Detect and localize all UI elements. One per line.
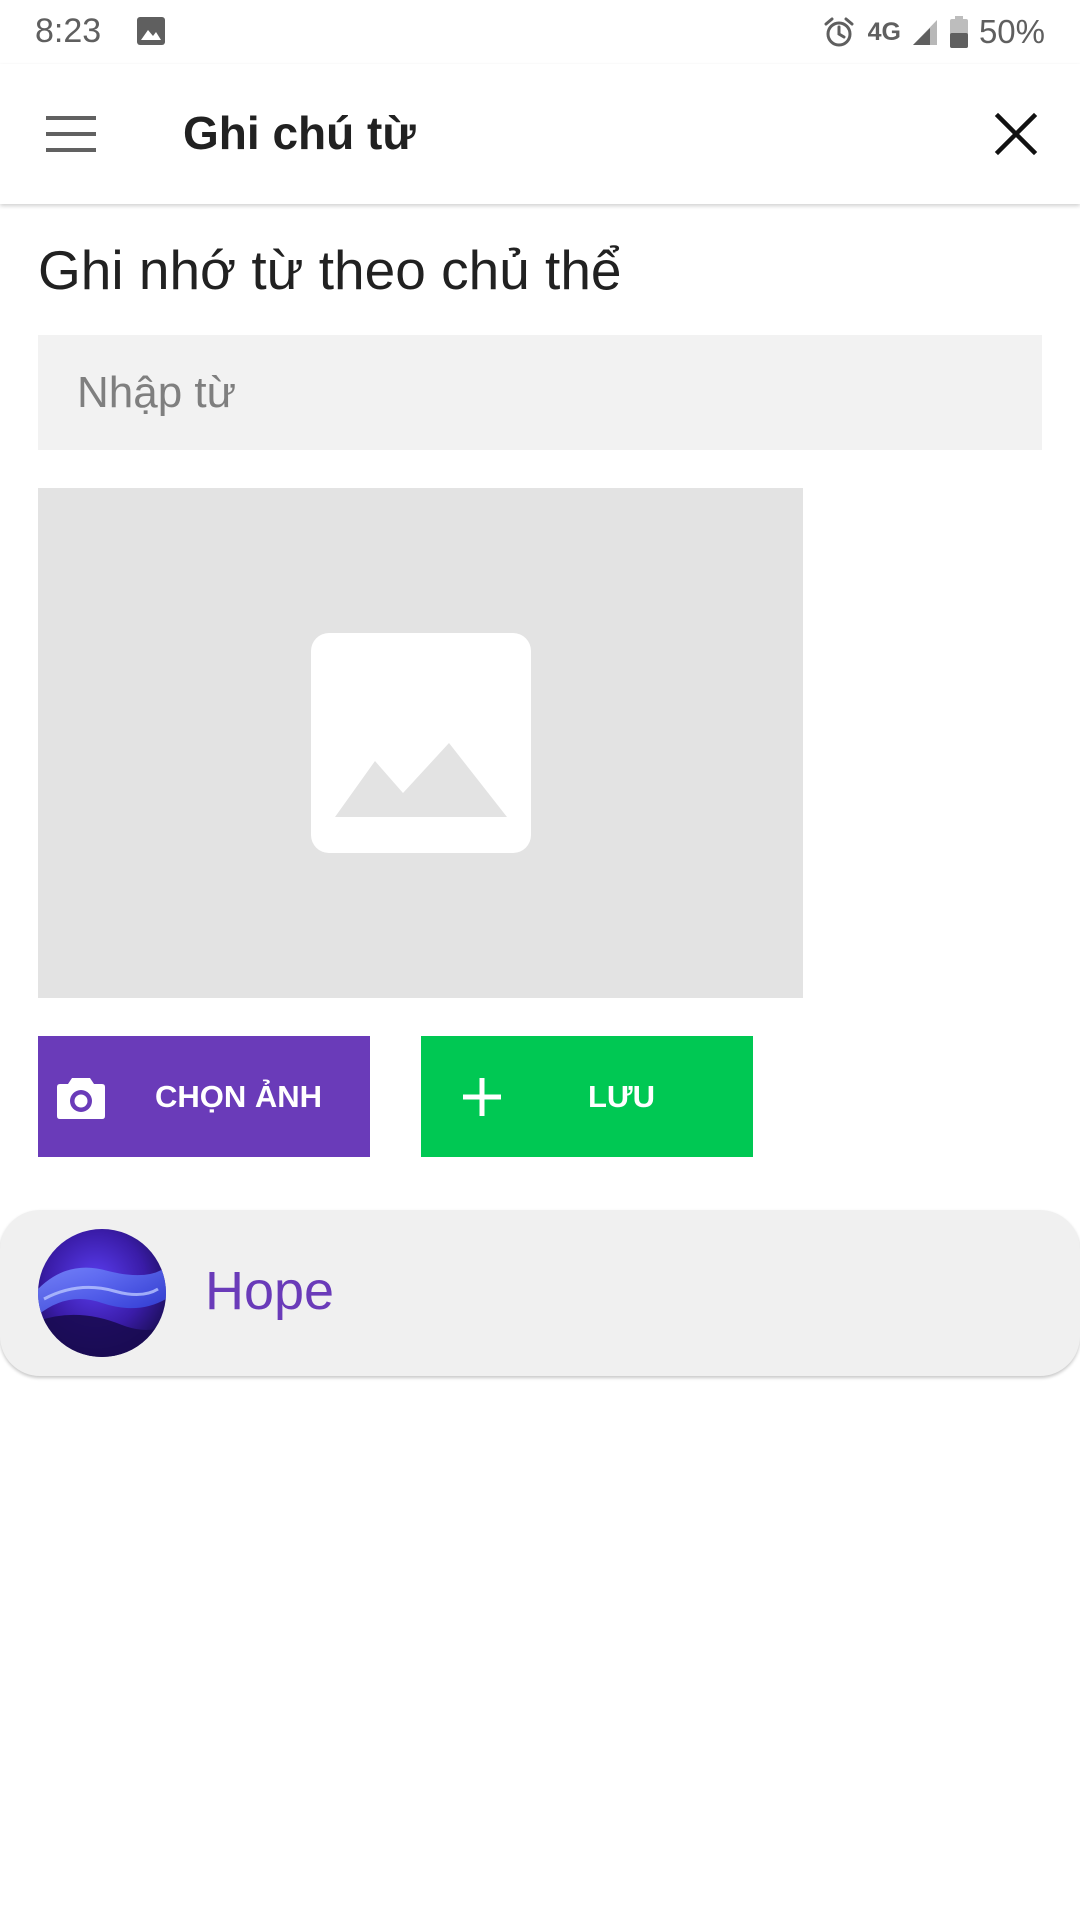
topic-name: Hope: [205, 1261, 335, 1321]
topic-card[interactable]: Hope: [0, 1210, 1080, 1376]
app-title: Ghi chú từ: [183, 107, 416, 159]
menu-button[interactable]: [40, 110, 102, 158]
signal-icon: [911, 17, 939, 47]
status-time: 8:23: [35, 12, 102, 50]
avatar: [38, 1229, 166, 1357]
menu-icon: [46, 116, 96, 152]
plus-icon: [463, 1078, 501, 1116]
status-indicators: 4G 50%: [822, 10, 1045, 54]
section-heading: Ghi nhớ từ theo chủ thể: [38, 239, 622, 301]
save-label: LƯU: [588, 1079, 656, 1114]
save-button[interactable]: LƯU: [421, 1036, 753, 1157]
app-bar: Ghi chú từ: [0, 64, 1080, 204]
status-bar: 8:23 4G 50%: [0, 0, 1080, 64]
battery-icon: [949, 15, 969, 49]
network-type: 4G: [867, 17, 901, 46]
choose-image-label: CHỌN ẢNH: [155, 1079, 323, 1114]
close-icon: [994, 112, 1038, 156]
camera-icon: [57, 1078, 105, 1119]
alarm-icon: [822, 15, 856, 49]
gallery-icon: [136, 16, 166, 46]
image-placeholder-icon: [311, 633, 531, 853]
battery-percent: 50%: [978, 13, 1045, 50]
close-button[interactable]: [990, 108, 1042, 160]
choose-image-button[interactable]: CHỌN ẢNH: [38, 1036, 370, 1157]
word-input[interactable]: [38, 335, 1042, 450]
image-preview[interactable]: [38, 488, 803, 998]
